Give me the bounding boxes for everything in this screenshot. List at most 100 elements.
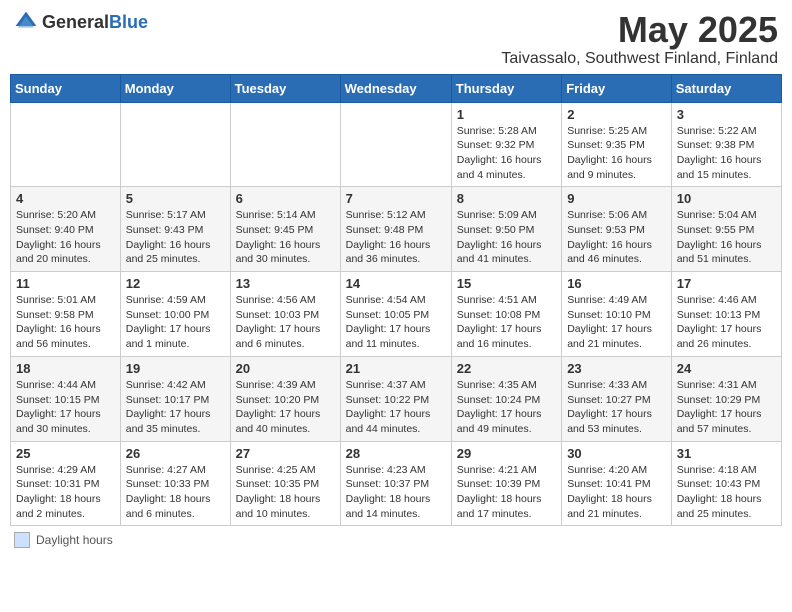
- day-info: Sunrise: 4:56 AM Sunset: 10:03 PM Daylig…: [236, 293, 335, 352]
- table-row: 26Sunrise: 4:27 AM Sunset: 10:33 PM Dayl…: [120, 441, 230, 526]
- day-number: 3: [677, 107, 776, 122]
- day-number: 29: [457, 446, 556, 461]
- legend: Daylight hours: [14, 532, 778, 548]
- table-row: 14 Sunrise: 4:54 AM Sunset: 10:05 PM Dayl…: [340, 272, 451, 357]
- table-row: 3 Sunrise: 5:22 AM Sunset: 9:38 PM Daylig…: [671, 102, 781, 187]
- day-number: 4: [16, 191, 115, 206]
- footer: Daylight hours: [10, 532, 782, 548]
- week-row-3: 18 Sunrise: 4:44 AM Sunset: 10:15 PM Dayl…: [11, 356, 782, 441]
- day-info: Sunrise: 4:23 AM Sunset: 10:37 PM Daylig…: [346, 463, 446, 522]
- day-info: Sunrise: 5:06 AM Sunset: 9:53 PM Dayligh…: [567, 208, 666, 267]
- week-row-1: 4 Sunrise: 5:20 AM Sunset: 9:40 PM Daylig…: [11, 187, 782, 272]
- day-info: Sunrise: 4:46 AM Sunset: 10:13 PM Daylig…: [677, 293, 776, 352]
- day-number: 9: [567, 191, 666, 206]
- table-row: 8 Sunrise: 5:09 AM Sunset: 9:50 PM Daylig…: [451, 187, 561, 272]
- day-info: Sunrise: 5:28 AM Sunset: 9:32 PM Dayligh…: [457, 124, 556, 183]
- table-row: 9 Sunrise: 5:06 AM Sunset: 9:53 PM Daylig…: [562, 187, 672, 272]
- table-row: 19 Sunrise: 4:42 AM Sunset: 10:17 PM Dayl…: [120, 356, 230, 441]
- col-monday: Monday: [120, 74, 230, 102]
- day-number: 22: [457, 361, 556, 376]
- table-row: 6 Sunrise: 5:14 AM Sunset: 9:45 PM Daylig…: [230, 187, 340, 272]
- day-info: Sunrise: 4:42 AM Sunset: 10:17 PM Daylig…: [126, 378, 225, 437]
- col-saturday: Saturday: [671, 74, 781, 102]
- table-row: 22 Sunrise: 4:35 AM Sunset: 10:24 PM Dayl…: [451, 356, 561, 441]
- col-tuesday: Tuesday: [230, 74, 340, 102]
- col-thursday: Thursday: [451, 74, 561, 102]
- day-info: Sunrise: 4:35 AM Sunset: 10:24 PM Daylig…: [457, 378, 556, 437]
- table-row: 18 Sunrise: 4:44 AM Sunset: 10:15 PM Dayl…: [11, 356, 121, 441]
- table-row: [340, 102, 451, 187]
- legend-box: [14, 532, 30, 548]
- page-header: GeneralBlue May 2025 Taivassalo, Southwe…: [10, 10, 782, 68]
- legend-label: Daylight hours: [36, 533, 113, 547]
- day-number: 20: [236, 361, 335, 376]
- table-row: 7 Sunrise: 5:12 AM Sunset: 9:48 PM Daylig…: [340, 187, 451, 272]
- day-info: Sunrise: 5:20 AM Sunset: 9:40 PM Dayligh…: [16, 208, 115, 267]
- day-number: 12: [126, 276, 225, 291]
- day-number: 24: [677, 361, 776, 376]
- day-info: Sunrise: 5:22 AM Sunset: 9:38 PM Dayligh…: [677, 124, 776, 183]
- col-wednesday: Wednesday: [340, 74, 451, 102]
- day-number: 5: [126, 191, 225, 206]
- table-row: 29 Sunrise: 4:21 AM Sunset: 10:39 PM Dayl…: [451, 441, 561, 526]
- table-row: 23Sunrise: 4:33 AM Sunset: 10:27 PM Dayl…: [562, 356, 672, 441]
- day-number: 31: [677, 446, 776, 461]
- day-info: Sunrise: 4:54 AM Sunset: 10:05 PM Daylig…: [346, 293, 446, 352]
- table-row: 1 Sunrise: 5:28 AM Sunset: 9:32 PM Daylig…: [451, 102, 561, 187]
- table-row: 27 Sunrise: 4:25 AM Sunset: 10:35 PM Dayl…: [230, 441, 340, 526]
- table-row: 10 Sunrise: 5:04 AM Sunset: 9:55 PM Dayli…: [671, 187, 781, 272]
- day-info: Sunrise: 5:14 AM Sunset: 9:45 PM Dayligh…: [236, 208, 335, 267]
- table-row: 4 Sunrise: 5:20 AM Sunset: 9:40 PM Daylig…: [11, 187, 121, 272]
- table-row: [120, 102, 230, 187]
- day-info: Sunrise: 5:25 AM Sunset: 9:35 PM Dayligh…: [567, 124, 666, 183]
- day-info: Sunrise: 4:51 AM Sunset: 10:08 PM Daylig…: [457, 293, 556, 352]
- day-number: 27: [236, 446, 335, 461]
- day-number: 21: [346, 361, 446, 376]
- day-info: Sunrise: 4:37 AM Sunset: 10:22 PM Daylig…: [346, 378, 446, 437]
- table-row: 5Sunrise: 5:17 AM Sunset: 9:43 PM Daylig…: [120, 187, 230, 272]
- day-number: 30: [567, 446, 666, 461]
- table-row: 31 Sunrise: 4:18 AM Sunset: 10:43 PM Dayl…: [671, 441, 781, 526]
- day-info: Sunrise: 4:39 AM Sunset: 10:20 PM Daylig…: [236, 378, 335, 437]
- day-number: 25: [16, 446, 115, 461]
- col-sunday: Sunday: [11, 74, 121, 102]
- day-number: 10: [677, 191, 776, 206]
- day-info: Sunrise: 5:04 AM Sunset: 9:55 PM Dayligh…: [677, 208, 776, 267]
- day-number: 8: [457, 191, 556, 206]
- day-info: Sunrise: 4:33 AM Sunset: 10:27 PM Daylig…: [567, 378, 666, 437]
- day-info: Sunrise: 4:21 AM Sunset: 10:39 PM Daylig…: [457, 463, 556, 522]
- table-row: 12Sunrise: 4:59 AM Sunset: 10:00 PM Dayl…: [120, 272, 230, 357]
- day-info: Sunrise: 4:20 AM Sunset: 10:41 PM Daylig…: [567, 463, 666, 522]
- week-row-0: 1 Sunrise: 5:28 AM Sunset: 9:32 PM Daylig…: [11, 102, 782, 187]
- day-info: Sunrise: 4:49 AM Sunset: 10:10 PM Daylig…: [567, 293, 666, 352]
- day-number: 7: [346, 191, 446, 206]
- week-row-4: 25 Sunrise: 4:29 AM Sunset: 10:31 PM Dayl…: [11, 441, 782, 526]
- day-number: 1: [457, 107, 556, 122]
- day-number: 14: [346, 276, 446, 291]
- day-info: Sunrise: 4:31 AM Sunset: 10:29 PM Daylig…: [677, 378, 776, 437]
- table-row: 25 Sunrise: 4:29 AM Sunset: 10:31 PM Dayl…: [11, 441, 121, 526]
- day-info: Sunrise: 5:01 AM Sunset: 9:58 PM Dayligh…: [16, 293, 115, 352]
- month-title: May 2025: [501, 10, 778, 50]
- calendar-table: Sunday Monday Tuesday Wednesday Thursday…: [10, 74, 782, 527]
- week-row-2: 11Sunrise: 5:01 AM Sunset: 9:58 PM Dayli…: [11, 272, 782, 357]
- day-info: Sunrise: 5:12 AM Sunset: 9:48 PM Dayligh…: [346, 208, 446, 267]
- table-row: 2Sunrise: 5:25 AM Sunset: 9:35 PM Daylig…: [562, 102, 672, 187]
- table-row: 11Sunrise: 5:01 AM Sunset: 9:58 PM Dayli…: [11, 272, 121, 357]
- table-row: 16Sunrise: 4:49 AM Sunset: 10:10 PM Dayl…: [562, 272, 672, 357]
- day-number: 18: [16, 361, 115, 376]
- table-row: [230, 102, 340, 187]
- day-info: Sunrise: 4:18 AM Sunset: 10:43 PM Daylig…: [677, 463, 776, 522]
- col-friday: Friday: [562, 74, 672, 102]
- table-row: 17 Sunrise: 4:46 AM Sunset: 10:13 PM Dayl…: [671, 272, 781, 357]
- logo-text: GeneralBlue: [42, 12, 148, 33]
- day-number: 6: [236, 191, 335, 206]
- day-info: Sunrise: 5:09 AM Sunset: 9:50 PM Dayligh…: [457, 208, 556, 267]
- day-info: Sunrise: 4:27 AM Sunset: 10:33 PM Daylig…: [126, 463, 225, 522]
- day-number: 17: [677, 276, 776, 291]
- day-info: Sunrise: 4:25 AM Sunset: 10:35 PM Daylig…: [236, 463, 335, 522]
- day-number: 19: [126, 361, 225, 376]
- day-info: Sunrise: 4:29 AM Sunset: 10:31 PM Daylig…: [16, 463, 115, 522]
- day-info: Sunrise: 4:44 AM Sunset: 10:15 PM Daylig…: [16, 378, 115, 437]
- calendar-header-row: Sunday Monday Tuesday Wednesday Thursday…: [11, 74, 782, 102]
